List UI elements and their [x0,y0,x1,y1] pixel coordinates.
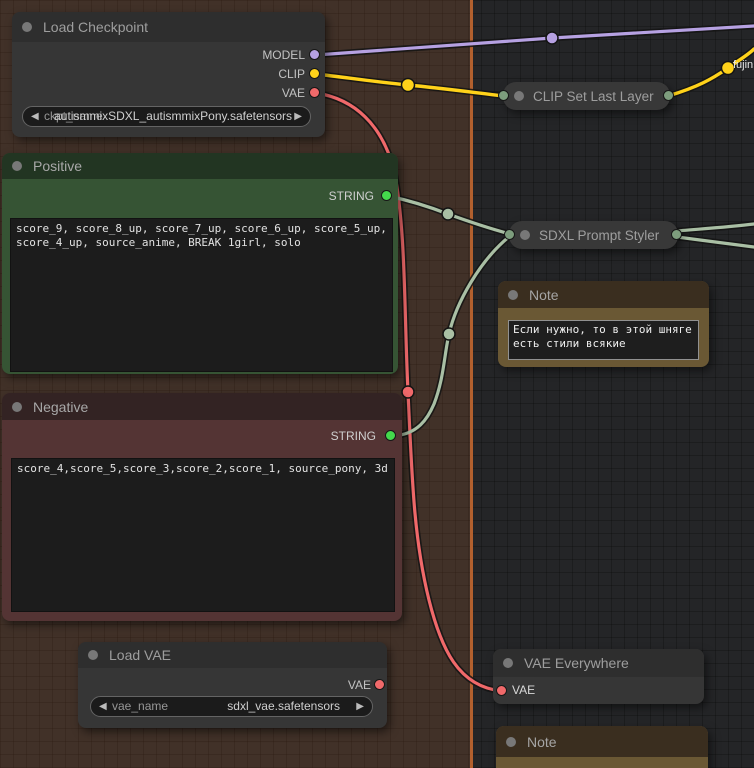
combo-value: sdxl_vae.safetensors [227,699,340,713]
model-wire [316,26,754,55]
collapse-icon[interactable] [88,650,98,660]
node-negative[interactable]: Negative STRING score_4,score_5,score_3,… [2,393,402,621]
styler-out-wire-2 [677,237,754,247]
collapse-icon[interactable] [12,402,22,412]
clip-output-slot[interactable] [309,68,320,79]
output-label-vae: VAE [348,678,371,692]
node-title: Note [529,287,559,303]
node-load-vae[interactable]: Load VAE VAE ◀ vae_name sdxl_vae.safeten… [78,642,387,728]
node-vae-everywhere[interactable]: VAE Everywhere VAE [493,649,704,704]
positive-titlebar[interactable]: Positive [2,153,398,179]
output-label-string: STRING [331,429,376,443]
collapse-icon[interactable] [22,22,32,32]
output-label-model: MODEL [262,48,305,62]
node-note-styles[interactable]: Note Если нужно, то в этой шняге есть ст… [498,281,709,367]
node-title: CLIP Set Last Layer [533,89,654,104]
vae-everywhere-titlebar[interactable]: VAE Everywhere [493,649,704,677]
collapse-icon[interactable] [12,161,22,171]
note-titlebar[interactable]: Note [498,281,709,308]
negative-titlebar[interactable]: Negative [2,393,402,420]
offscreen-node-label: fujin [733,59,753,71]
string-reroute-dot-1[interactable] [442,208,454,220]
output-label-vae: VAE [282,86,305,100]
note-titlebar[interactable]: Note [496,726,708,757]
combo-left-arrow-icon[interactable]: ◀ [99,700,107,714]
node-clip-set-last-layer[interactable]: CLIP Set Last Layer [503,82,670,110]
node-load-checkpoint[interactable]: Load Checkpoint MODEL CLIP VAE ◀ ckpt_na… [12,12,325,137]
collapse-icon[interactable] [520,230,530,240]
vae-reroute-dot[interactable] [402,386,414,398]
vae-output-slot[interactable] [309,87,320,98]
negative-prompt-textarea[interactable]: score_4,score_5,score_3,score_2,score_1,… [11,458,395,612]
combo-right-arrow-icon[interactable]: ▶ [356,700,364,714]
positive-prompt-textarea[interactable]: score_9, score_8_up, score_7_up, score_6… [10,218,393,372]
node-title: SDXL Prompt Styler [539,228,659,243]
styler-input-slot[interactable] [504,229,515,240]
clip-input-slot[interactable] [498,90,509,101]
node-title: Note [527,734,557,750]
collapse-icon[interactable] [514,91,524,101]
node-positive[interactable]: Positive STRING score_9, score_8_up, sco… [2,153,398,374]
node-graph-canvas: Load Checkpoint MODEL CLIP VAE ◀ ckpt_na… [0,0,754,768]
vae-output-slot[interactable] [374,679,385,690]
model-reroute-dot[interactable] [546,32,558,44]
combo-left-arrow-icon[interactable]: ◀ [31,110,39,124]
string-reroute-dot-2[interactable] [443,328,455,340]
string-output-slot[interactable] [385,430,396,441]
styler-output-slot[interactable] [671,229,682,240]
collapse-icon[interactable] [503,658,513,668]
load-checkpoint-titlebar[interactable]: Load Checkpoint [12,12,325,42]
note-text[interactable]: Если нужно, то в этой шняге есть стили в… [508,320,699,360]
node-title: Load Checkpoint [43,19,148,35]
output-label-clip: CLIP [278,67,305,81]
node-sdxl-prompt-styler[interactable]: SDXL Prompt Styler [509,221,678,249]
combo-right-arrow-icon[interactable]: ▶ [294,110,302,124]
collapse-icon[interactable] [506,737,516,747]
node-title: VAE Everywhere [524,655,629,671]
node-title: Positive [33,158,82,174]
input-label-vae: VAE [512,683,535,697]
model-output-slot[interactable] [309,49,320,60]
node-title: Negative [33,399,88,415]
node-title: Load VAE [109,647,171,663]
node-note-bottom[interactable]: Note [496,726,708,768]
collapse-icon[interactable] [508,290,518,300]
vae-input-slot[interactable] [496,685,507,696]
clip-reroute-dot-1[interactable] [402,79,415,92]
combo-value: autismmixSDXL_autismmixPony.safetensors [54,109,292,123]
vae-name-combo[interactable]: ◀ vae_name sdxl_vae.safetensors ▶ [90,696,373,717]
clip-output-slot[interactable] [663,90,674,101]
ckpt-name-combo[interactable]: ◀ ckpt_name autismmixSDXL_autismmixPony.… [22,106,311,127]
output-label-string: STRING [329,189,374,203]
string-output-slot[interactable] [381,190,392,201]
combo-label: vae_name [112,699,168,713]
load-vae-titlebar[interactable]: Load VAE [78,642,387,668]
